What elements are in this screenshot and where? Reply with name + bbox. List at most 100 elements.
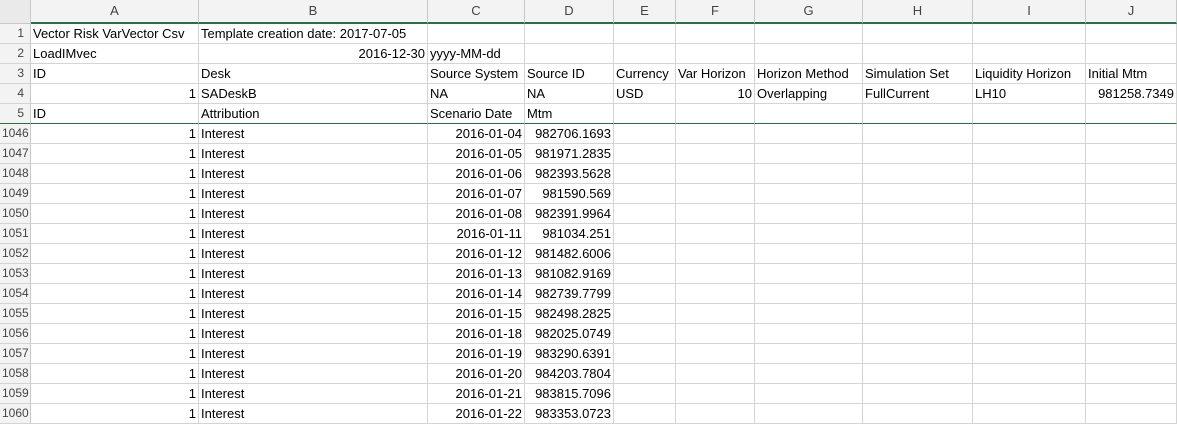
grid-cell[interactable]: 2016-01-21 (428, 384, 525, 404)
row-header[interactable]: 1047 (0, 144, 31, 164)
grid-cell[interactable]: 983353.0723 (525, 404, 614, 424)
grid-cell[interactable] (676, 24, 755, 44)
grid-cell[interactable] (1086, 104, 1177, 124)
grid-cell[interactable]: Interest (199, 204, 428, 224)
grid-cell[interactable] (755, 184, 863, 204)
grid-cell[interactable] (755, 344, 863, 364)
grid-cell[interactable]: 1 (31, 364, 199, 384)
grid-cell[interactable]: Interest (199, 124, 428, 144)
grid-cell[interactable] (863, 204, 973, 224)
grid-cell[interactable]: 1 (31, 404, 199, 424)
grid-cell[interactable] (1086, 404, 1177, 424)
grid-cell[interactable]: 2016-01-19 (428, 344, 525, 364)
grid-cell[interactable] (1086, 224, 1177, 244)
grid-cell[interactable]: Interest (199, 264, 428, 284)
grid-cell[interactable] (755, 104, 863, 124)
row-header[interactable]: 1058 (0, 364, 31, 384)
grid-cell[interactable]: Interest (199, 184, 428, 204)
row-header[interactable]: 4 (0, 84, 31, 104)
row-header[interactable]: 1057 (0, 344, 31, 364)
grid-cell[interactable] (973, 284, 1086, 304)
grid-cell[interactable] (676, 144, 755, 164)
row-header[interactable]: 1054 (0, 284, 31, 304)
grid-cell[interactable] (1086, 144, 1177, 164)
grid-cell[interactable]: 1 (31, 144, 199, 164)
grid-cell[interactable]: 2016-01-07 (428, 184, 525, 204)
column-header[interactable]: D (525, 0, 614, 24)
grid-cell[interactable]: Var Horizon (676, 64, 755, 84)
grid-cell[interactable]: Interest (199, 244, 428, 264)
column-header[interactable]: F (676, 0, 755, 24)
row-header[interactable]: 1059 (0, 384, 31, 404)
grid-cell[interactable] (676, 304, 755, 324)
grid-cell[interactable]: LH10 (973, 84, 1086, 104)
row-header[interactable]: 1 (0, 24, 31, 44)
select-all-corner[interactable] (0, 0, 31, 24)
row-header[interactable]: 1049 (0, 184, 31, 204)
grid-cell[interactable] (755, 124, 863, 144)
column-header[interactable]: C (428, 0, 525, 24)
grid-cell[interactable]: 983815.7096 (525, 384, 614, 404)
grid-cell[interactable] (676, 164, 755, 184)
grid-cell[interactable] (863, 344, 973, 364)
grid-cell[interactable] (973, 104, 1086, 124)
grid-cell[interactable] (1086, 304, 1177, 324)
grid-cell[interactable] (863, 164, 973, 184)
grid-cell[interactable] (614, 124, 676, 144)
grid-cell[interactable] (863, 124, 973, 144)
grid-cell[interactable]: 1 (31, 384, 199, 404)
grid-cell[interactable] (973, 24, 1086, 44)
grid-cell[interactable]: Interest (199, 344, 428, 364)
grid-cell[interactable]: Source System (428, 64, 525, 84)
grid-cell[interactable] (755, 244, 863, 264)
grid-cell[interactable]: 982391.9964 (525, 204, 614, 224)
grid-cell[interactable] (1086, 284, 1177, 304)
grid-cell[interactable] (614, 44, 676, 64)
grid-cell[interactable] (1086, 384, 1177, 404)
grid-cell[interactable] (614, 304, 676, 324)
grid-cell[interactable] (614, 344, 676, 364)
column-header[interactable]: E (614, 0, 676, 24)
grid-cell[interactable]: Interest (199, 164, 428, 184)
grid-cell[interactable]: Interest (199, 224, 428, 244)
grid-cell[interactable] (525, 24, 614, 44)
grid-cell[interactable] (614, 224, 676, 244)
grid-cell[interactable] (614, 284, 676, 304)
grid-cell[interactable] (755, 304, 863, 324)
grid-cell[interactable] (863, 324, 973, 344)
grid-cell[interactable] (863, 404, 973, 424)
grid-cell[interactable] (614, 244, 676, 264)
grid-cell[interactable] (1086, 44, 1177, 64)
grid-cell[interactable]: NA (428, 84, 525, 104)
grid-cell[interactable]: 2016-01-04 (428, 124, 525, 144)
grid-cell[interactable]: 1 (31, 204, 199, 224)
column-header[interactable]: G (755, 0, 863, 24)
grid-cell[interactable] (614, 204, 676, 224)
grid-cell[interactable] (614, 384, 676, 404)
grid-cell[interactable]: 981971.2835 (525, 144, 614, 164)
grid-cell[interactable]: 983290.6391 (525, 344, 614, 364)
grid-cell[interactable] (1086, 164, 1177, 184)
grid-cell[interactable] (755, 24, 863, 44)
grid-cell[interactable]: 2016-01-20 (428, 364, 525, 384)
grid-cell[interactable] (973, 324, 1086, 344)
grid-cell[interactable] (755, 404, 863, 424)
row-header[interactable]: 5 (0, 104, 31, 124)
grid-cell[interactable]: Liquidity Horizon (973, 64, 1086, 84)
grid-cell[interactable]: Currency (614, 64, 676, 84)
grid-cell[interactable] (755, 284, 863, 304)
grid-cell[interactable] (676, 364, 755, 384)
grid-cell[interactable] (755, 224, 863, 244)
grid-cell[interactable] (863, 244, 973, 264)
grid-cell[interactable] (1086, 344, 1177, 364)
column-header[interactable]: J (1086, 0, 1177, 24)
grid-cell[interactable]: Interest (199, 404, 428, 424)
grid-cell[interactable]: 2016-01-05 (428, 144, 525, 164)
grid-cell[interactable]: ID (31, 104, 199, 124)
column-header[interactable]: B (199, 0, 428, 24)
grid-cell[interactable] (676, 384, 755, 404)
grid-cell[interactable]: 1 (31, 164, 199, 184)
grid-cell[interactable] (973, 404, 1086, 424)
grid-cell[interactable]: 1 (31, 324, 199, 344)
grid-cell[interactable]: 982498.2825 (525, 304, 614, 324)
